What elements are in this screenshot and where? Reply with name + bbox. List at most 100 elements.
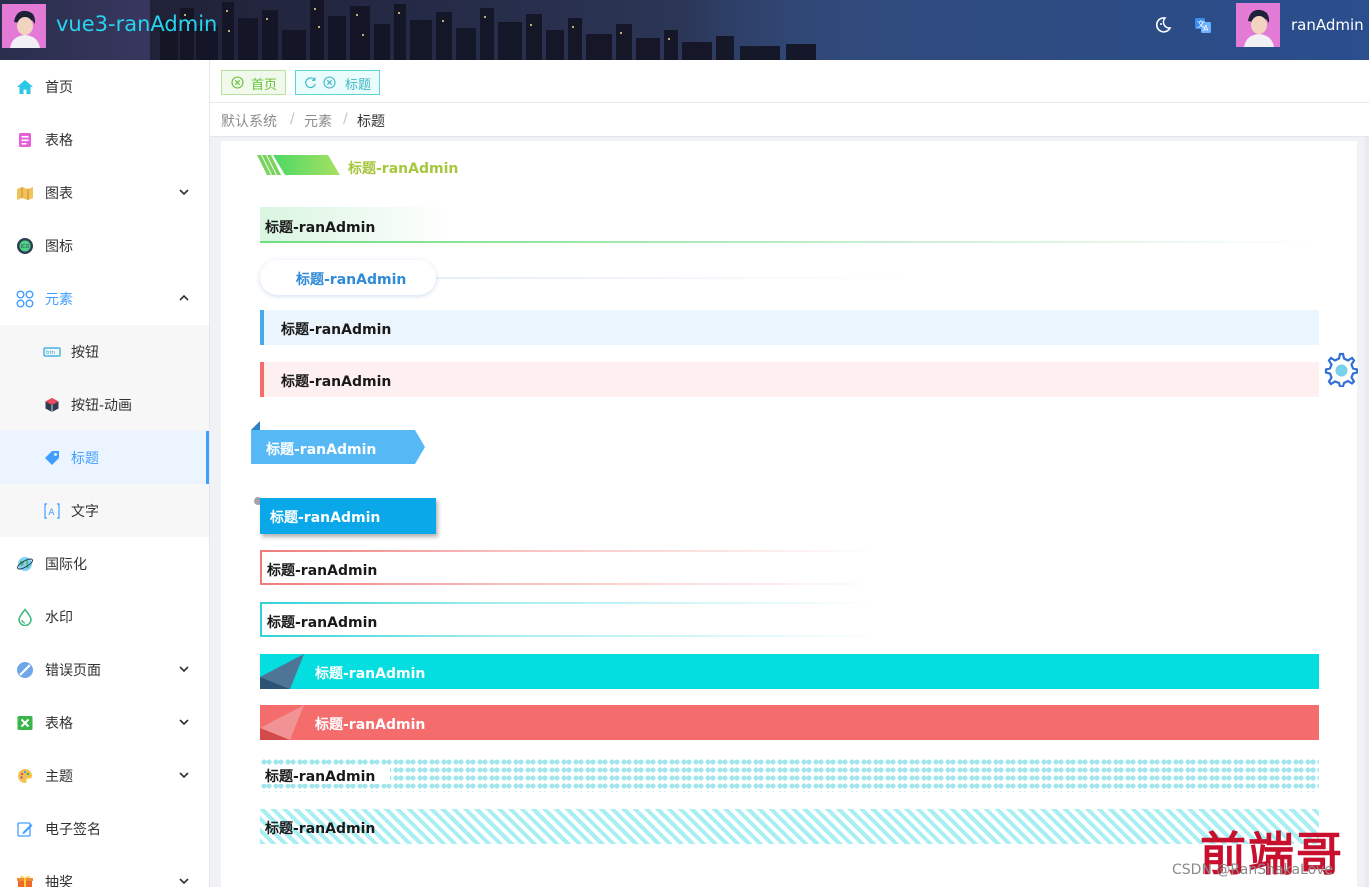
title-style-4-text: 标题-ranAdmin [281, 322, 392, 338]
title-style-9-text: 标题-ranAdmin [267, 615, 378, 631]
title-style-8: 标题-ranAdmin [260, 550, 880, 585]
slanted-stripe-decoration [257, 155, 340, 175]
globe-icon [16, 557, 34, 571]
title-style-8-text: 标题-ranAdmin [267, 563, 378, 579]
moon-icon[interactable] [1152, 14, 1174, 36]
sidebar-item-home[interactable]: 首页 [0, 60, 209, 113]
user-name[interactable]: ranAdmin [1291, 16, 1364, 34]
tag-icon [45, 451, 59, 465]
sidebar-item-label: 按钮-动画 [71, 398, 133, 414]
sidebar-item-label: 表格 [45, 716, 73, 732]
title-style-2: 标题-ranAdmin [260, 207, 1320, 243]
excel-icon [17, 716, 33, 730]
title-style-11: 标题-ranAdmin [260, 705, 1319, 740]
title-style-3-line [431, 277, 911, 279]
sidebar-item-theme[interactable]: 主题 [0, 749, 209, 802]
title-style-11-text: 标题-ranAdmin [315, 717, 426, 733]
logo-avatar[interactable] [2, 4, 46, 48]
breadcrumb-separator: / [343, 111, 348, 127]
chart-icon [17, 187, 33, 200]
cube-icon [45, 398, 59, 412]
sidebar-item-label: 错误页面 [45, 663, 101, 679]
chevron-up-icon [179, 294, 189, 301]
title-style-5: 标题-ranAdmin [260, 362, 1319, 397]
breadcrumb-item: 标题 [357, 114, 385, 130]
sidebar-item-button-animation[interactable]: 按钮-动画 [0, 378, 209, 431]
tag-current-label: 标题 [345, 78, 372, 93]
icon-gallery-icon: ICO [17, 238, 33, 254]
title-style-9: 标题-ranAdmin [260, 602, 880, 637]
csdn-watermark: CSDN @RanShakaLove [1172, 862, 1334, 878]
refresh-icon[interactable] [304, 76, 317, 89]
sidebar-item-icons[interactable]: ICO 图标 [0, 219, 209, 272]
drop-icon [18, 608, 32, 626]
title-style-7-text: 标题-ranAdmin [270, 510, 381, 526]
title-style-12: 标题-ranAdmin [260, 757, 1319, 792]
title-style-5-text: 标题-ranAdmin [281, 374, 392, 390]
svg-text:A: A [1203, 24, 1209, 33]
title-style-6: 标题-ranAdmin [266, 442, 377, 458]
sidebar-item-title[interactable]: 标题 [0, 431, 209, 484]
sidebar-item-label: 国际化 [45, 557, 87, 573]
svg-text:A: A [48, 508, 55, 518]
sidebar-item-watermark[interactable]: 水印 [0, 590, 209, 643]
tag-home[interactable]: 首页 [221, 70, 286, 95]
translate-icon[interactable]: 文 A [1192, 14, 1214, 36]
title-style-3-text: 标题-ranAdmin [296, 272, 407, 288]
breadcrumb-item[interactable]: 元素 [304, 111, 332, 131]
active-indicator [206, 431, 209, 484]
chevron-down-icon [179, 878, 189, 885]
sidebar-item-text[interactable]: A 文字 [0, 484, 209, 537]
sidebar-item-excel[interactable]: 表格 [0, 696, 209, 749]
title-showcase-panel: 标题-ranAdmin 标题-ranAdmin 标题-ranAdmin 标题-r… [221, 141, 1357, 887]
chevron-down-icon [179, 189, 189, 196]
sidebar-item-elements[interactable]: 元素 [0, 272, 209, 325]
sidebar-item-label: 抽奖 [45, 875, 73, 887]
sidebar-item-error-pages[interactable]: 错误页面 [0, 643, 209, 696]
title-style-10: 标题-ranAdmin [260, 654, 1319, 689]
sign-icon [17, 822, 33, 837]
breadcrumb-item[interactable]: 默认系统 [221, 111, 277, 131]
breadcrumb-separator: / [290, 111, 295, 127]
chevron-down-icon [179, 772, 189, 779]
sidebar-item-label: 图表 [45, 186, 73, 202]
breadcrumb: 默认系统 / 元素 / 标题 [210, 103, 1369, 137]
close-circle-icon[interactable] [231, 76, 244, 89]
sidebar-item-table[interactable]: 表格 [0, 113, 209, 166]
sidebar-item-lottery[interactable]: 抽奖 [0, 855, 209, 887]
page-scrollbar[interactable] [1365, 137, 1369, 887]
title-style-4: 标题-ranAdmin [260, 310, 1319, 345]
table-icon [19, 133, 31, 147]
title-style-3: 标题-ranAdmin [260, 260, 436, 295]
sidebar-item-label: 电子签名 [45, 822, 101, 838]
title-style-1: 标题-ranAdmin [348, 161, 459, 177]
sidebar-item-label: 元素 [45, 292, 73, 308]
sidebar-item-buttons[interactable]: btn 按钮 [0, 325, 209, 378]
settings-gear-icon[interactable] [1322, 351, 1358, 387]
title-style-2-text: 标题-ranAdmin [265, 220, 376, 236]
sidebar-item-label: 按钮 [71, 345, 99, 361]
palette-icon [18, 769, 33, 783]
avatar-illustration-icon [2, 4, 46, 48]
gift-icon [17, 875, 33, 887]
button-icon: btn [43, 347, 61, 357]
user-avatar[interactable] [1236, 3, 1280, 47]
title-style-12-text: 标题-ranAdmin [265, 769, 376, 785]
svg-text:ICO: ICO [21, 244, 30, 250]
tags-view-bar: 首页 标题 [210, 60, 1369, 103]
chevron-down-icon [179, 719, 189, 726]
close-circle-icon[interactable] [323, 76, 336, 89]
sidebar-item-i18n[interactable]: 国际化 [0, 537, 209, 590]
title-style-10-fold [260, 654, 304, 689]
sidebar-item-label: 首页 [45, 80, 73, 96]
sidebar-item-label: 水印 [45, 610, 73, 626]
tag-current[interactable]: 标题 [295, 70, 380, 95]
sidebar-item-e-signature[interactable]: 电子签名 [0, 802, 209, 855]
title-style-13: 标题-ranAdmin [260, 809, 1319, 844]
slash-icon [17, 662, 33, 678]
sidebar-item-label: 主题 [45, 769, 73, 785]
title-style-11-fold [260, 705, 304, 740]
sidebar-menu: 首页 表格 图表 ICO 图标 元素 btn 按钮 按钮-动画 标题 A 文字 … [0, 60, 210, 887]
apps-icon [16, 290, 34, 308]
sidebar-item-chart[interactable]: 图表 [0, 166, 209, 219]
